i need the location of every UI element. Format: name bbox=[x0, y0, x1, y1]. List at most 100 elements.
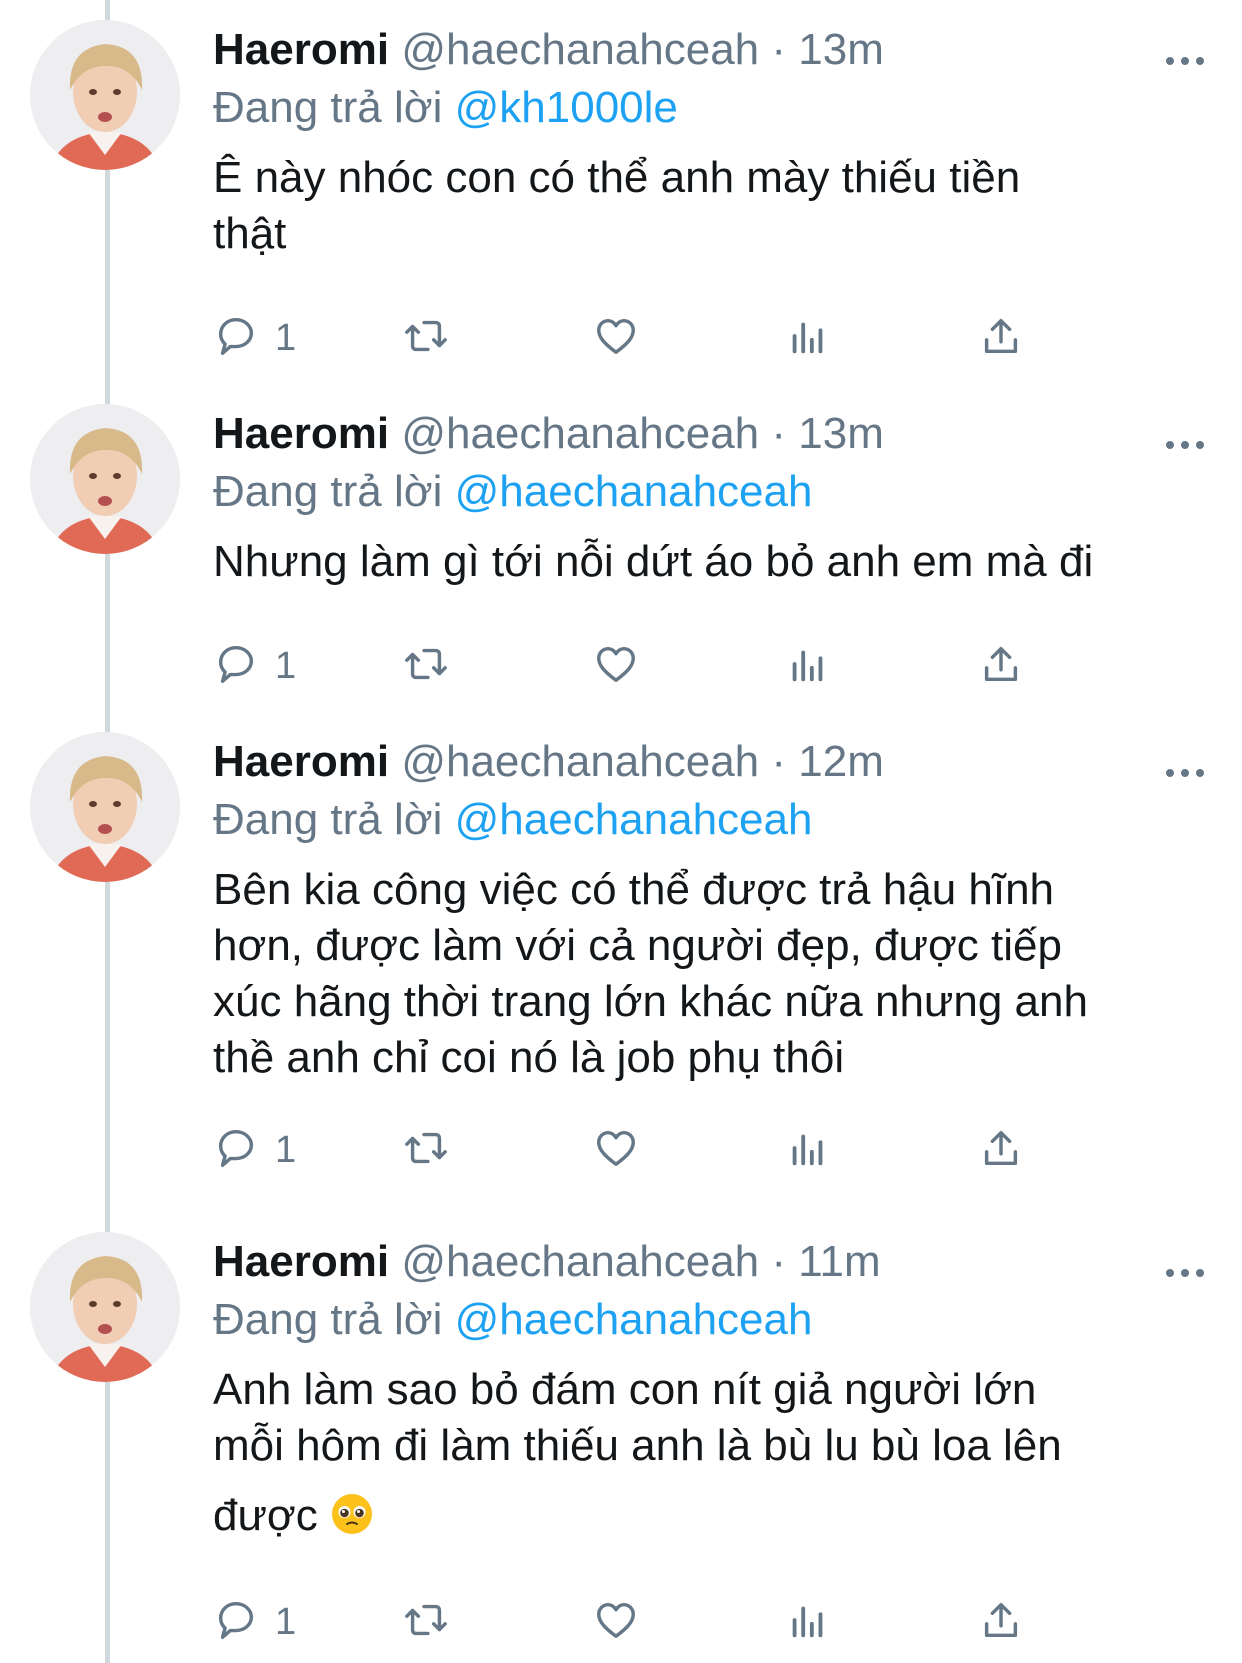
display-name[interactable]: Haeromi bbox=[213, 737, 389, 786]
replying-to: Đang trả lời @kh1000le bbox=[213, 80, 678, 136]
tweet-text-segment: được bbox=[213, 1491, 318, 1540]
display-name[interactable]: Haeromi bbox=[213, 409, 389, 458]
share-button[interactable] bbox=[978, 308, 1024, 368]
reply-count: 1 bbox=[275, 1128, 297, 1171]
retweet-button[interactable] bbox=[403, 1120, 449, 1180]
retweet-icon bbox=[403, 1125, 449, 1176]
tweet-actions: 1 bbox=[213, 308, 1113, 368]
tweet-text-line: thề anh chỉ coi nó là job phụ thôi bbox=[213, 1033, 845, 1082]
tweet-text-line-last: được bbox=[213, 1488, 1223, 1544]
retweet-icon bbox=[403, 313, 449, 364]
reply-bubble-icon bbox=[213, 641, 259, 692]
user-handle[interactable]: @haechanahceah bbox=[401, 737, 759, 786]
replying-to: Đang trả lời @haechanahceah bbox=[213, 1292, 812, 1348]
tweet-text-line: mỗi hôm đi làm thiếu anh là bù lu bù loa… bbox=[213, 1421, 1062, 1470]
retweet-button[interactable] bbox=[403, 636, 449, 696]
more-horizontal-icon[interactable] bbox=[1165, 34, 1205, 74]
like-button[interactable] bbox=[593, 1120, 639, 1180]
reply-count: 1 bbox=[275, 644, 297, 687]
reply-mention-link[interactable]: @haechanahceah bbox=[455, 1295, 813, 1344]
reply-button[interactable]: 1 bbox=[213, 308, 296, 368]
avatar[interactable] bbox=[30, 404, 180, 554]
timestamp[interactable]: · 13m bbox=[771, 25, 883, 74]
reply-mention-link[interactable]: @kh1000le bbox=[455, 83, 678, 132]
reply-bubble-icon bbox=[213, 313, 259, 364]
tweet-text: Bên kia công việc có thể được trả hậu hĩ… bbox=[213, 862, 1223, 1086]
tweet-actions: 1 bbox=[213, 1120, 1113, 1180]
timestamp[interactable]: · 13m bbox=[771, 409, 883, 458]
analytics-bars-icon bbox=[785, 641, 831, 692]
share-button[interactable] bbox=[978, 1120, 1024, 1180]
reply-bubble-icon bbox=[213, 1125, 259, 1176]
like-button[interactable] bbox=[593, 1592, 639, 1652]
share-button[interactable] bbox=[978, 1592, 1024, 1652]
tweet-actions: 1 bbox=[213, 1592, 1113, 1652]
analytics-bars-icon bbox=[785, 1597, 831, 1648]
user-handle[interactable]: @haechanahceah bbox=[401, 1237, 759, 1286]
heart-icon bbox=[593, 1125, 639, 1176]
tweet-text-line: thật bbox=[213, 209, 287, 258]
retweet-icon bbox=[403, 1597, 449, 1648]
replying-to-label: Đang trả lời bbox=[213, 1295, 443, 1344]
analytics-button[interactable] bbox=[785, 1592, 831, 1652]
reply-count: 1 bbox=[275, 316, 297, 359]
share-upload-icon bbox=[978, 1597, 1024, 1648]
tweet-header: Haeromi @haechanahceah · 13m bbox=[213, 22, 884, 78]
reply-bubble-icon bbox=[213, 1597, 259, 1648]
replying-to-label: Đang trả lời bbox=[213, 467, 443, 516]
analytics-button[interactable] bbox=[785, 308, 831, 368]
reply-mention-link[interactable]: @haechanahceah bbox=[455, 467, 813, 516]
tweet-text: Anh làm sao bỏ đám con nít giả người lớn… bbox=[213, 1362, 1223, 1544]
user-handle[interactable]: @haechanahceah bbox=[401, 25, 759, 74]
retweet-button[interactable] bbox=[403, 308, 449, 368]
share-upload-icon bbox=[978, 641, 1024, 692]
retweet-button[interactable] bbox=[403, 1592, 449, 1652]
reply-button[interactable]: 1 bbox=[213, 636, 296, 696]
more-horizontal-icon[interactable] bbox=[1165, 1246, 1205, 1286]
tweet-text-line: Ê này nhóc con có thể anh mày thiếu tiền bbox=[213, 153, 1021, 202]
replying-to-label: Đang trả lời bbox=[213, 83, 443, 132]
tweet-text: Ê này nhóc con có thể anh mày thiếu tiền… bbox=[213, 150, 1223, 262]
reply-button[interactable]: 1 bbox=[213, 1120, 296, 1180]
like-button[interactable] bbox=[593, 636, 639, 696]
tweet-text-line: xúc hãng thời trang lớn khác nữa nhưng a… bbox=[213, 977, 1088, 1026]
avatar[interactable] bbox=[30, 1232, 180, 1382]
heart-icon bbox=[593, 313, 639, 364]
tweet[interactable]: Haeromi @haechanahceah · 13m Đang trả lờ… bbox=[0, 0, 1242, 370]
tweet-header: Haeromi @haechanahceah · 12m bbox=[213, 734, 884, 790]
tweet-actions: 1 bbox=[213, 636, 1113, 696]
tweet[interactable]: Haeromi @haechanahceah · 11m Đang trả lờ… bbox=[0, 1212, 1242, 1662]
display-name[interactable]: Haeromi bbox=[213, 25, 389, 74]
heart-icon bbox=[593, 1597, 639, 1648]
share-upload-icon bbox=[978, 313, 1024, 364]
tweet[interactable]: Haeromi @haechanahceah · 12m Đang trả lờ… bbox=[0, 712, 1242, 1171]
timestamp[interactable]: · 11m bbox=[771, 1237, 880, 1286]
tweet[interactable]: Haeromi @haechanahceah · 13m Đang trả lờ… bbox=[0, 384, 1242, 687]
reply-button[interactable]: 1 bbox=[213, 1592, 296, 1652]
timestamp[interactable]: · 12m bbox=[771, 737, 883, 786]
pleading-face-emoji bbox=[330, 1492, 374, 1536]
share-button[interactable] bbox=[978, 636, 1024, 696]
reply-mention-link[interactable]: @haechanahceah bbox=[455, 795, 813, 844]
more-horizontal-icon[interactable] bbox=[1165, 418, 1205, 458]
heart-icon bbox=[593, 641, 639, 692]
avatar[interactable] bbox=[30, 20, 180, 170]
tweet-text: Nhưng làm gì tới nỗi dứt áo bỏ anh em mà… bbox=[213, 534, 1223, 590]
replying-to-label: Đang trả lời bbox=[213, 795, 443, 844]
replying-to: Đang trả lời @haechanahceah bbox=[213, 464, 812, 520]
more-horizontal-icon[interactable] bbox=[1165, 746, 1205, 786]
avatar[interactable] bbox=[30, 732, 180, 882]
tweet-text-line: Nhưng làm gì tới nỗi dứt áo bỏ anh em mà… bbox=[213, 537, 1094, 586]
share-upload-icon bbox=[978, 1125, 1024, 1176]
tweet-header: Haeromi @haechanahceah · 11m bbox=[213, 1234, 881, 1290]
analytics-bars-icon bbox=[785, 313, 831, 364]
analytics-bars-icon bbox=[785, 1125, 831, 1176]
analytics-button[interactable] bbox=[785, 1120, 831, 1180]
display-name[interactable]: Haeromi bbox=[213, 1237, 389, 1286]
like-button[interactable] bbox=[593, 308, 639, 368]
replying-to: Đang trả lời @haechanahceah bbox=[213, 792, 812, 848]
analytics-button[interactable] bbox=[785, 636, 831, 696]
user-handle[interactable]: @haechanahceah bbox=[401, 409, 759, 458]
tweet-text-line: Anh làm sao bỏ đám con nít giả người lớn bbox=[213, 1365, 1037, 1414]
tweet-header: Haeromi @haechanahceah · 13m bbox=[213, 406, 884, 462]
